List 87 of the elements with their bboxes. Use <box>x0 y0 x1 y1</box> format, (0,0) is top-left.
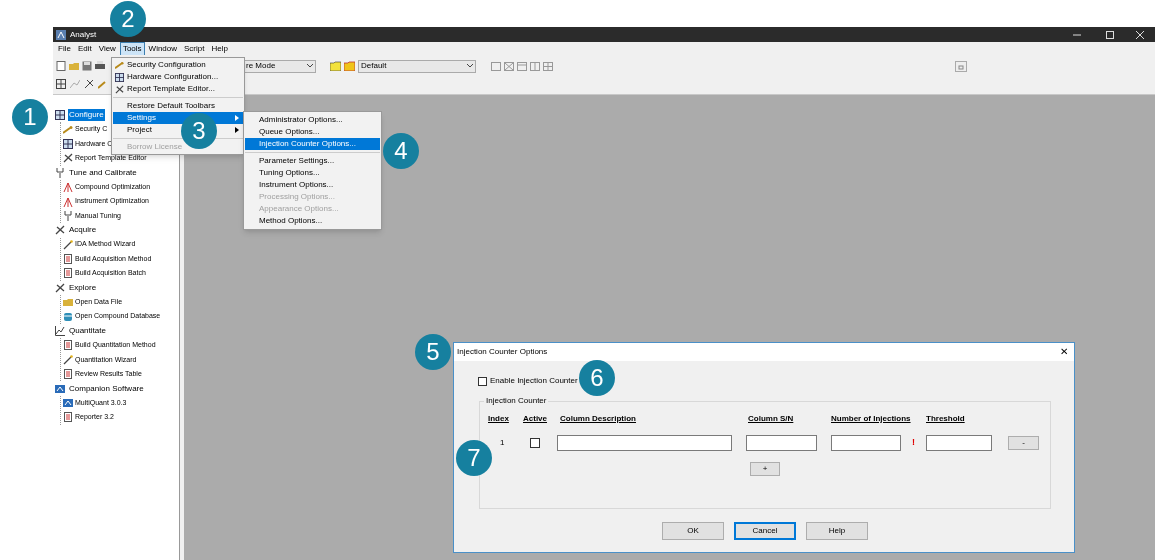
menu-item[interactable]: Tuning Options... <box>259 167 320 179</box>
chart-icon <box>55 326 65 337</box>
menu-item[interactable]: Script <box>181 41 208 56</box>
tree-item[interactable]: Configure <box>68 109 105 122</box>
column-header: Column S/N <box>747 413 795 425</box>
app-icon <box>63 398 73 408</box>
tripod-icon <box>63 182 73 193</box>
menu-item[interactable]: Restore Default Toolbars <box>127 100 215 112</box>
add-button[interactable]: + <box>750 462 780 476</box>
grid-icon <box>55 110 65 121</box>
new-file-icon[interactable] <box>56 61 66 71</box>
grid-icon <box>63 138 73 149</box>
dialog-title: Injection Counter Options <box>457 346 548 358</box>
menu-item[interactable]: View <box>95 41 119 56</box>
dialog-button[interactable]: Cancel <box>734 522 796 540</box>
folder-icon[interactable] <box>330 61 341 71</box>
group-title: Injection Counter <box>484 395 549 407</box>
menu-item[interactable]: File <box>55 41 74 56</box>
close-icon[interactable] <box>1136 30 1144 39</box>
close-button[interactable]: ✕ <box>1060 347 1071 357</box>
wand-icon <box>63 354 73 365</box>
column-header: Active <box>522 413 548 425</box>
key-icon <box>115 60 124 70</box>
menu-item[interactable]: Edit <box>74 41 95 56</box>
layout-combo[interactable]: Default <box>358 59 476 73</box>
column-header: Index <box>487 413 510 425</box>
database-icon <box>63 311 73 322</box>
dialog-button[interactable]: Help <box>806 522 868 540</box>
column-header: Threshold <box>926 413 966 425</box>
maximize-icon[interactable] <box>1106 30 1114 39</box>
menu-item[interactable]: Help <box>208 41 231 56</box>
tripod-icon <box>63 196 73 207</box>
checkbox[interactable] <box>478 376 487 386</box>
folder-icon[interactable] <box>344 61 355 71</box>
menu-item[interactable]: Administrator Options... <box>259 114 343 126</box>
menu-item[interactable]: Parameter Settings... <box>259 155 335 167</box>
app-icon <box>56 29 66 40</box>
menu-item[interactable]: Injection Counter Options... <box>245 138 380 150</box>
tree-item[interactable]: Tune and Calibrate <box>68 166 138 179</box>
grid-icon <box>115 72 124 82</box>
menu-item[interactable]: Instrument Options... <box>259 179 334 191</box>
warning-icon: ! <box>901 436 926 450</box>
tree-item[interactable]: Companion Software <box>68 382 145 395</box>
menu-item[interactable]: Project <box>127 124 152 136</box>
window-icon[interactable] <box>491 61 501 71</box>
key-icon <box>63 124 73 135</box>
menu-item[interactable]: Security Configuration <box>127 59 206 71</box>
document-icon <box>63 369 73 380</box>
callout-badge: 2 <box>110 1 146 37</box>
grid-icon[interactable] <box>56 78 66 89</box>
print-icon[interactable] <box>95 61 105 71</box>
folder-icon <box>63 297 73 308</box>
dialog-button[interactable]: OK <box>662 522 724 540</box>
input-field[interactable] <box>557 435 732 451</box>
document-icon <box>63 340 73 351</box>
tree-item[interactable]: Acquire <box>68 224 98 237</box>
menu-item[interactable]: Window <box>145 41 181 56</box>
menu-item[interactable]: Method Options... <box>259 215 323 227</box>
input-field[interactable] <box>746 435 817 451</box>
tuning-fork-icon <box>63 210 73 221</box>
save-icon[interactable] <box>82 61 92 71</box>
callout-badge: 1 <box>12 99 48 135</box>
document-icon <box>63 254 73 265</box>
menu-item[interactable]: Queue Options... <box>259 126 320 138</box>
caret-icon <box>467 64 473 68</box>
index-text: 1 <box>500 437 506 449</box>
tree-item[interactable]: Quantitate <box>68 325 107 338</box>
tree-item[interactable]: Explore <box>68 281 98 294</box>
column-header: Column Description <box>559 413 637 425</box>
tuning-fork-icon <box>55 167 65 178</box>
document-icon <box>63 412 73 423</box>
mode-combo[interactable]: re Mode <box>243 59 316 73</box>
column-header: Number of Injections <box>831 413 912 425</box>
checkbox-label: Enable Injection Counter <box>490 375 578 387</box>
caret-icon <box>307 64 313 68</box>
window-icon[interactable] <box>504 61 514 71</box>
checkbox[interactable] <box>530 438 540 448</box>
menu-item[interactable]: Report Template Editor... <box>127 83 215 95</box>
window-icon[interactable] <box>530 61 540 71</box>
window-icon[interactable] <box>517 61 527 71</box>
wand-icon <box>63 239 73 250</box>
window-title: Analyst <box>70 28 97 41</box>
remove-button[interactable]: - <box>1008 436 1039 450</box>
document-icon <box>63 268 73 279</box>
input-field[interactable] <box>831 435 901 451</box>
menu-item[interactable]: Hardware Configuration... <box>127 71 219 83</box>
input-field[interactable] <box>926 435 992 451</box>
